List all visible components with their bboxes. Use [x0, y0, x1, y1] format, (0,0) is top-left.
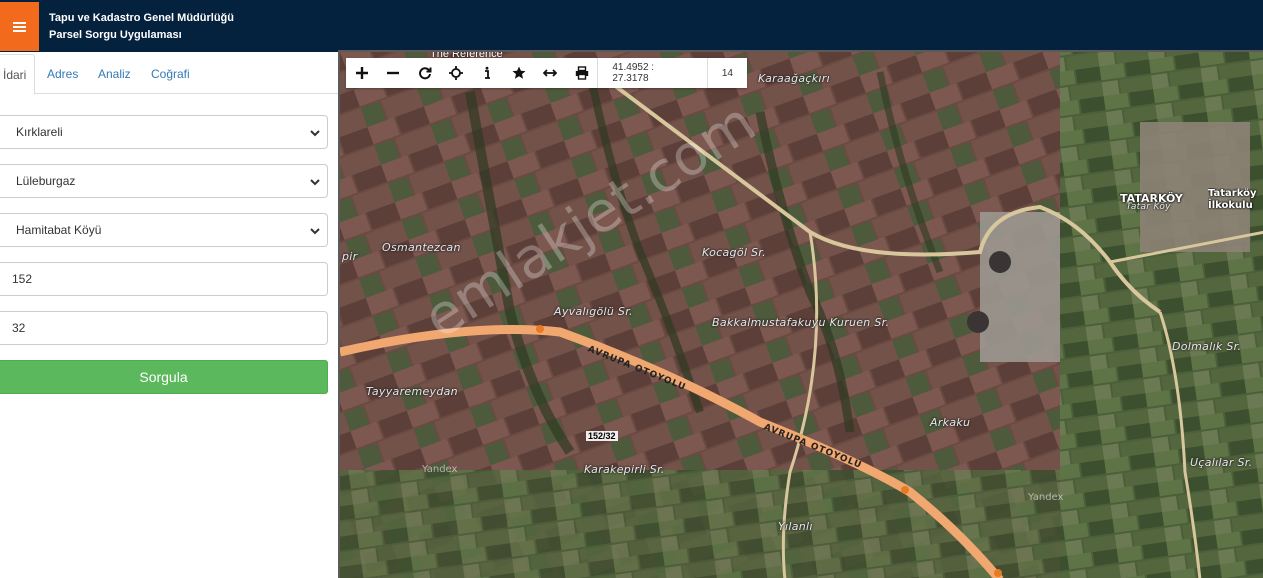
- zoom-out-icon: [387, 71, 400, 75]
- favorite-button[interactable]: [503, 58, 534, 88]
- parsel-input-value: 32: [12, 321, 26, 335]
- map-label-tatarkoy-school: Tatarköy İlkokulu: [1208, 188, 1257, 211]
- measure-icon: [543, 69, 558, 77]
- yandex-logo: Yandex: [422, 464, 458, 475]
- locate-icon: [448, 66, 463, 80]
- map-label-tatarkoy-sub: Tatar Köy: [1126, 202, 1171, 212]
- map-label-yilanli: Yılanlı: [778, 520, 813, 533]
- map-view[interactable]: The Reference emlakjet.com Karaağaçkırı …: [338, 50, 1263, 578]
- hamburger-icon: [13, 21, 26, 32]
- coordinate-readout: 41.4952 : 27.3178: [597, 58, 706, 88]
- ilce-select-value: Lüleburgaz: [16, 174, 76, 188]
- print-icon: [575, 66, 588, 80]
- query-sidebar: İdari Adres Analiz Coğrafi Kırklareli Lü…: [0, 52, 338, 578]
- info-icon: [485, 66, 491, 79]
- measure-button[interactable]: [535, 58, 566, 88]
- map-label-kocagol: Kocagöl Sr.: [702, 246, 766, 259]
- chevron-down-icon: [310, 179, 320, 186]
- map-label-arkaku: Arkaku: [930, 416, 971, 429]
- ada-input-value: 152: [12, 272, 33, 286]
- ada-input[interactable]: 152: [0, 262, 328, 296]
- mahalle-select[interactable]: Hamitabat Köyü: [0, 213, 328, 247]
- zoom-in-button[interactable]: [346, 58, 377, 88]
- map-label-tayyaremeydan: Tayyaremeydan: [366, 385, 458, 398]
- tab-cografi[interactable]: Coğrafi: [151, 54, 190, 94]
- tab-bar: İdari Adres Analiz Coğrafi: [0, 54, 338, 95]
- app-title-line2: Parsel Sorgu Uygulaması: [49, 29, 182, 41]
- chevron-down-icon: [310, 228, 320, 235]
- refresh-button[interactable]: [409, 58, 440, 88]
- tab-analiz[interactable]: Analiz: [98, 54, 131, 94]
- mahalle-select-value: Hamitabat Köyü: [16, 223, 102, 237]
- tab-idari[interactable]: İdari: [0, 54, 35, 95]
- map-label-dolmalik: Dolmalık Sr.: [1172, 340, 1242, 353]
- menu-button[interactable]: [0, 2, 39, 51]
- app-title: Tapu ve Kadastro Genel Müdürlüğü Parsel …: [49, 10, 234, 44]
- tab-adres[interactable]: Adres: [47, 54, 78, 94]
- parcel-label: 152/32: [586, 431, 618, 441]
- map-label-bakkalmustafakuyu: Bakkalmustafakuyu Kuruen Sr.: [712, 316, 890, 329]
- chevron-down-icon: [310, 130, 320, 137]
- zoom-level-readout: 14: [706, 58, 747, 88]
- zoom-in-icon: [355, 67, 368, 79]
- map-toolbar: 41.4952 : 27.3178 14: [346, 58, 747, 88]
- map-label-osmantezcan: Osmantezcan: [382, 241, 461, 254]
- parsel-input[interactable]: 32: [0, 311, 328, 345]
- yandex-logo: Yandex: [1028, 492, 1064, 503]
- il-select-value: Kırklareli: [16, 125, 63, 139]
- map-label-pir: pir: [342, 250, 358, 263]
- map-label-karakepirli: Karakepirli Sr.: [584, 463, 665, 476]
- sorgula-button[interactable]: Sorgula: [0, 360, 328, 394]
- info-button[interactable]: [472, 58, 503, 88]
- star-icon: [512, 66, 526, 79]
- ilce-select[interactable]: Lüleburgaz: [0, 164, 328, 198]
- print-button[interactable]: [566, 58, 597, 88]
- locate-button[interactable]: [440, 58, 471, 88]
- zoom-out-button[interactable]: [377, 58, 408, 88]
- il-select[interactable]: Kırklareli: [0, 115, 328, 149]
- map-label-ayvaligolu: Ayvalıgölü Sr.: [554, 305, 633, 318]
- map-label-karaagackiri: Karaağaçkırı: [758, 72, 830, 85]
- refresh-icon: [418, 67, 432, 80]
- app-title-line1: Tapu ve Kadastro Genel Müdürlüğü: [49, 12, 234, 24]
- app-header: Tapu ve Kadastro Genel Müdürlüğü Parsel …: [0, 0, 1263, 52]
- map-label-ucalilar: Uçalılar Sr.: [1190, 456, 1253, 469]
